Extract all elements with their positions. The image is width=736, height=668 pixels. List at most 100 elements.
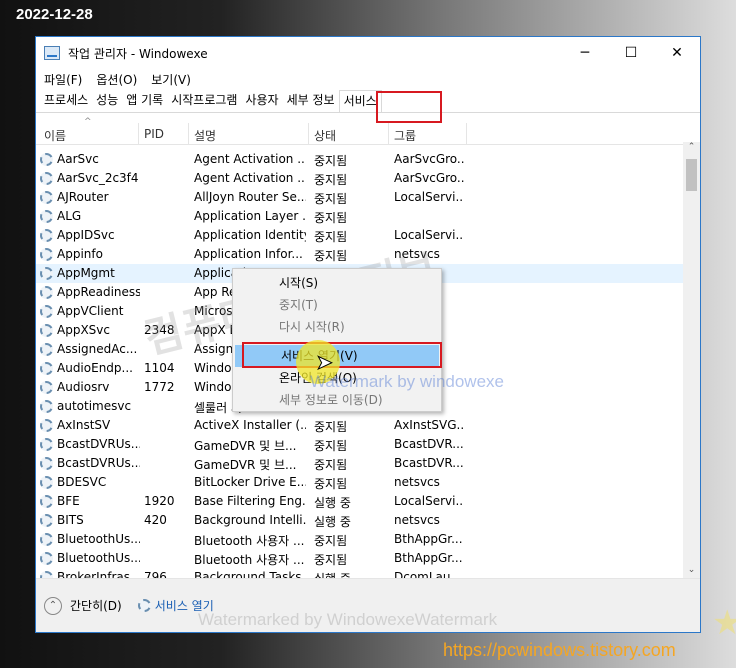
service-status: 중지됨	[314, 192, 348, 206]
menu-item-start[interactable]: 시작(S)	[233, 272, 441, 294]
close-button[interactable]: ✕	[654, 37, 700, 69]
window-title: 작업 관리자 - Windowexe	[68, 46, 208, 61]
column-divider[interactable]	[308, 123, 309, 145]
column-status[interactable]: 상태	[314, 127, 336, 144]
service-row[interactable]: AxInstSV ActiveX Installer (... 중지됨 AxInstS…	[36, 416, 684, 435]
scroll-down-icon[interactable]: ⌄	[683, 565, 700, 579]
service-gear-icon	[40, 494, 53, 508]
service-name-cell: AxInstSV	[40, 418, 140, 432]
service-gear-icon	[40, 361, 53, 375]
service-description: Bluetooth 사용자 ...	[194, 534, 305, 548]
service-name-cell: AJRouter	[40, 190, 140, 204]
scroll-up-icon[interactable]: ⌃	[683, 142, 700, 156]
watermark-bottom: Watermarked by WindowexeWatermark	[198, 610, 498, 629]
service-description: GameDVR 및 브...	[194, 439, 297, 453]
service-group: netsvcs	[394, 475, 440, 489]
service-name-cell: AppVClient	[40, 304, 140, 318]
service-row[interactable]: AarSvc_2c3f4 Agent Activation ... 중지됨 AarSv…	[36, 169, 684, 188]
fewer-details-link[interactable]: 간단히(D)	[70, 597, 122, 614]
tab-app-history[interactable]: 앱 기록	[122, 90, 167, 112]
service-name-cell: BcastDVRUs...	[40, 437, 140, 451]
service-status: 중지됨	[314, 458, 348, 472]
tab-details[interactable]: 세부 정보	[283, 90, 339, 112]
column-name[interactable]: 이름	[44, 127, 66, 144]
column-divider[interactable]	[188, 123, 189, 145]
sort-up-icon: ^	[84, 117, 92, 127]
service-status: 중지됨	[314, 211, 348, 225]
tab-startup[interactable]: 시작프로그램	[167, 90, 241, 112]
service-name-cell: BDESVC	[40, 475, 140, 489]
service-name: AppMgmt	[57, 266, 115, 280]
service-name-cell: BluetoothUs...	[40, 532, 140, 546]
service-name-cell: AssignedAc...	[40, 342, 140, 356]
service-name: AppReadiness	[57, 285, 140, 299]
service-name-cell: AppMgmt	[40, 266, 140, 280]
tab-performance[interactable]: 성능	[92, 90, 122, 112]
service-status: 중지됨	[314, 154, 348, 168]
menu-item-stop[interactable]: 중지(T)	[233, 294, 441, 316]
service-row[interactable]: BcastDVRUs... GameDVR 및 브... 중지됨 BcastDVR..…	[36, 435, 684, 454]
menu-highlight-box	[242, 342, 442, 368]
menu-view[interactable]: 보기(V)	[151, 71, 191, 88]
service-description: Base Filtering Eng...	[194, 494, 306, 508]
tab-users[interactable]: 사용자	[241, 90, 282, 112]
service-name: BFE	[57, 494, 80, 508]
collapse-chevron-icon[interactable]: ⌃	[44, 596, 62, 615]
service-row[interactable]: ALG Application Layer ... 중지됨	[36, 207, 684, 226]
maximize-button[interactable]: ☐	[608, 37, 654, 69]
service-row[interactable]: AarSvc Agent Activation ... 중지됨 AarSvcGro..…	[36, 150, 684, 169]
service-gear-icon	[40, 513, 53, 527]
service-status: 중지됨	[314, 230, 348, 244]
service-group: BcastDVR...	[394, 456, 464, 470]
menu-bar: 파일(F) 옵션(O) 보기(V)	[36, 69, 700, 89]
service-row[interactable]: Appinfo Application Infor... 중지됨 netsvcs	[36, 245, 684, 264]
service-row[interactable]: BluetoothUs... Bluetooth 사용자 ... 중지됨 BthApp…	[36, 530, 684, 549]
menu-item-restart[interactable]: 다시 시작(R)	[233, 316, 441, 338]
scroll-thumb[interactable]	[686, 159, 697, 191]
column-divider[interactable]	[388, 123, 389, 145]
vertical-scrollbar[interactable]: ⌃ ⌄	[683, 142, 700, 579]
service-gear-icon	[40, 209, 53, 223]
service-row[interactable]: AJRouter AllJoyn Router Se... 중지됨 LocalServ…	[36, 188, 684, 207]
service-row[interactable]: BDESVC BitLocker Drive E... 중지됨 netsvcs	[36, 473, 684, 492]
service-status: 중지됨	[314, 477, 348, 491]
menu-file[interactable]: 파일(F)	[44, 71, 82, 88]
service-group: netsvcs	[394, 247, 440, 261]
service-name: AppXSvc	[57, 323, 110, 337]
menu-item-go-to-details[interactable]: 세부 정보로 이동(D)	[233, 389, 441, 411]
service-row[interactable]: BFE 1920 Base Filtering Eng... 실행 중 LocalSer…	[36, 492, 684, 511]
task-manager-icon	[44, 46, 60, 60]
title-bar[interactable]: 작업 관리자 - Windowexe ─ ☐ ✕	[36, 37, 700, 69]
star-decoration: ★	[712, 603, 736, 643]
service-status: 중지됨	[314, 534, 348, 548]
column-divider[interactable]	[466, 123, 467, 145]
service-gear-icon	[40, 228, 53, 242]
service-pid: 2348	[144, 323, 175, 337]
service-group: netsvcs	[394, 513, 440, 527]
service-name-cell: ALG	[40, 209, 140, 223]
column-group[interactable]: 그룹	[394, 127, 416, 144]
service-row[interactable]: BluetoothUs... Bluetooth 사용자 ... 중지됨 BthApp…	[36, 549, 684, 568]
service-gear-icon	[40, 456, 53, 470]
service-group: LocalServi...	[394, 228, 464, 242]
service-name: BITS	[57, 513, 84, 527]
service-gear-icon	[40, 304, 53, 318]
service-row[interactable]: BcastDVRUs... GameDVR 및 브... 중지됨 BcastDVR..…	[36, 454, 684, 473]
service-name: ALG	[57, 209, 82, 223]
column-divider[interactable]	[138, 123, 139, 145]
service-name: AxInstSV	[57, 418, 111, 432]
service-pid: 1920	[144, 494, 175, 508]
minimize-button[interactable]: ─	[562, 37, 608, 69]
service-row[interactable]: AppIDSvc Application Identity 중지됨 LocalServ…	[36, 226, 684, 245]
service-name: BcastDVRUs...	[57, 437, 140, 451]
service-group: AarSvcGro...	[394, 171, 464, 185]
column-description[interactable]: 설명	[194, 127, 216, 144]
service-name: AJRouter	[57, 190, 109, 204]
tab-processes[interactable]: 프로세스	[40, 90, 92, 112]
service-row[interactable]: BITS 420 Background Intelli... 실행 중 netsvcs	[36, 511, 684, 530]
column-pid[interactable]: PID	[144, 127, 164, 141]
service-name-cell: AarSvc_2c3f4	[40, 171, 140, 185]
service-name-cell: AppXSvc	[40, 323, 140, 337]
menu-options[interactable]: 옵션(O)	[96, 71, 137, 88]
service-description: AllJoyn Router Se...	[194, 190, 306, 204]
